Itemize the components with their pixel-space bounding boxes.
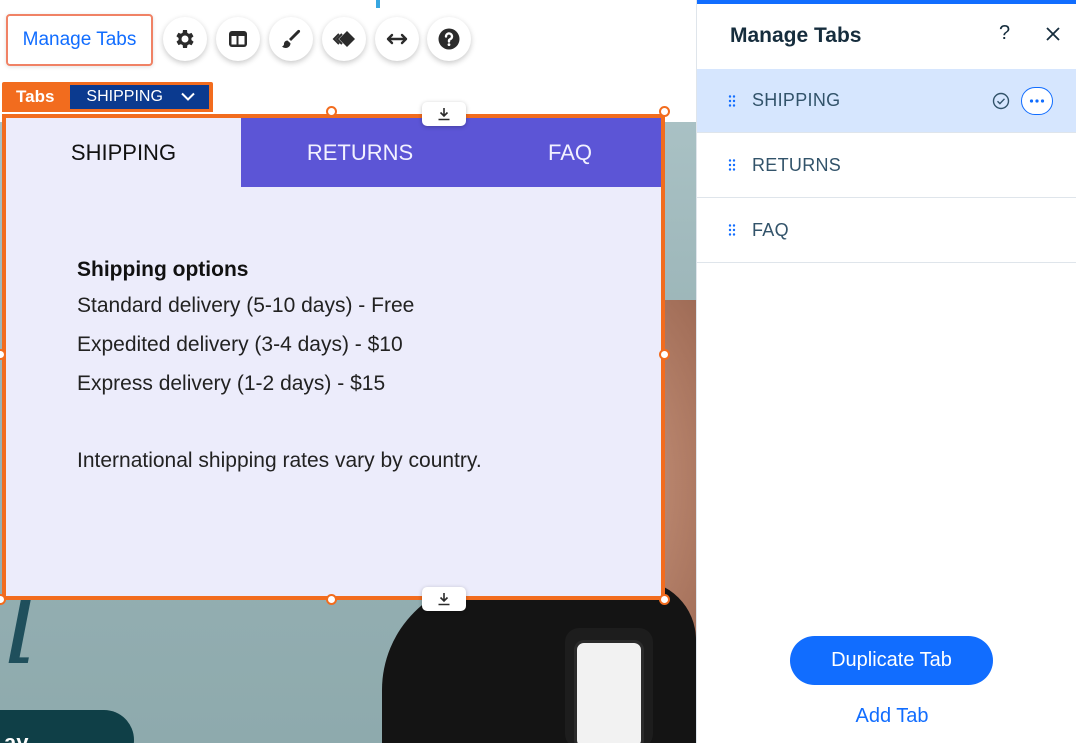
drag-handle-icon[interactable] [728,95,736,107]
editor-canvas: l ay Manage Tabs Tabs SHIPPING SHIPPING … [0,0,696,743]
content-line: Expedited delivery (3-4 days) - $10 [77,333,403,356]
component-label: Tabs SHIPPING [2,82,213,112]
background-cta-label: ay [4,730,29,743]
tab-list-label: RETURNS [752,154,842,175]
resize-handle-bottom[interactable] [326,594,337,605]
animation-button[interactable] [322,17,366,61]
layout-button[interactable] [216,17,260,61]
tab-faq[interactable]: FAQ [479,118,661,187]
tab-content: Shipping options Standard delivery (5-10… [77,254,482,480]
add-tab-link[interactable]: Add Tab [697,705,1076,728]
more-dots-icon [1029,99,1045,103]
background-cta-button[interactable]: ay [0,710,134,743]
component-type-label: Tabs [16,87,55,106]
stretch-top-handle[interactable] [422,102,466,126]
tab-list-label: SHIPPING [752,90,841,110]
help-button[interactable] [427,17,471,61]
more-actions-button[interactable] [1021,87,1053,115]
tab-list-item-returns[interactable]: RETURNS [697,133,1076,198]
tab-list-item-shipping[interactable]: SHIPPING [697,69,1076,133]
brush-icon [282,29,301,48]
content-line: Express delivery (1-2 days) - $15 [77,372,386,395]
settings-button[interactable] [163,17,207,61]
stretch-icon [386,33,408,45]
tab-state-dropdown[interactable]: SHIPPING [70,85,209,109]
content-line: Standard delivery (5-10 days) - Free [77,294,415,317]
resize-handle-right[interactable] [659,349,670,360]
stretch-bottom-handle[interactable] [422,587,466,611]
resize-handle-bottom-right[interactable] [659,594,670,605]
panel-help-button[interactable]: ? [999,22,1010,45]
background-phone [574,640,644,743]
layout-icon [229,31,247,47]
tab-returns[interactable]: RETURNS [241,118,479,187]
animation-icon [332,31,355,47]
tab-list-item-faq[interactable]: FAQ [697,198,1076,263]
close-icon[interactable] [1043,24,1063,44]
content-note: International shipping rates vary by cou… [77,449,482,472]
manage-tabs-button[interactable]: Manage Tabs [6,14,153,66]
chevron-down-icon [181,92,195,101]
gear-icon [176,30,194,48]
tab-list-label: FAQ [752,219,789,240]
download-icon [438,108,450,121]
panel-accent-bar [697,0,1076,4]
duplicate-tab-button[interactable]: Duplicate Tab [790,636,993,685]
top-divider [376,0,380,8]
tab-list: SHIPPING RETURNS FAQ [697,69,1076,263]
tabs-widget[interactable]: SHIPPING RETURNS FAQ Shipping options St… [2,114,665,600]
check-circle-icon [992,92,1010,110]
stretch-button[interactable] [375,17,419,61]
content-heading: Shipping options [77,258,249,281]
download-icon [438,593,450,606]
resize-handle-top[interactable] [326,106,337,117]
panel-title: Manage Tabs [730,24,862,47]
drag-handle-icon[interactable] [728,224,736,236]
manage-tabs-panel: Manage Tabs ? SHIPPING RETURNS FAQ Dupli… [696,0,1076,743]
design-button[interactable] [269,17,313,61]
tabs-header: SHIPPING RETURNS FAQ [6,118,661,187]
resize-handle-top-right[interactable] [659,106,670,117]
tab-shipping[interactable]: SHIPPING [6,118,241,187]
drag-handle-icon[interactable] [728,159,736,171]
tab-state-value: SHIPPING [86,88,163,105]
help-icon [438,28,460,50]
